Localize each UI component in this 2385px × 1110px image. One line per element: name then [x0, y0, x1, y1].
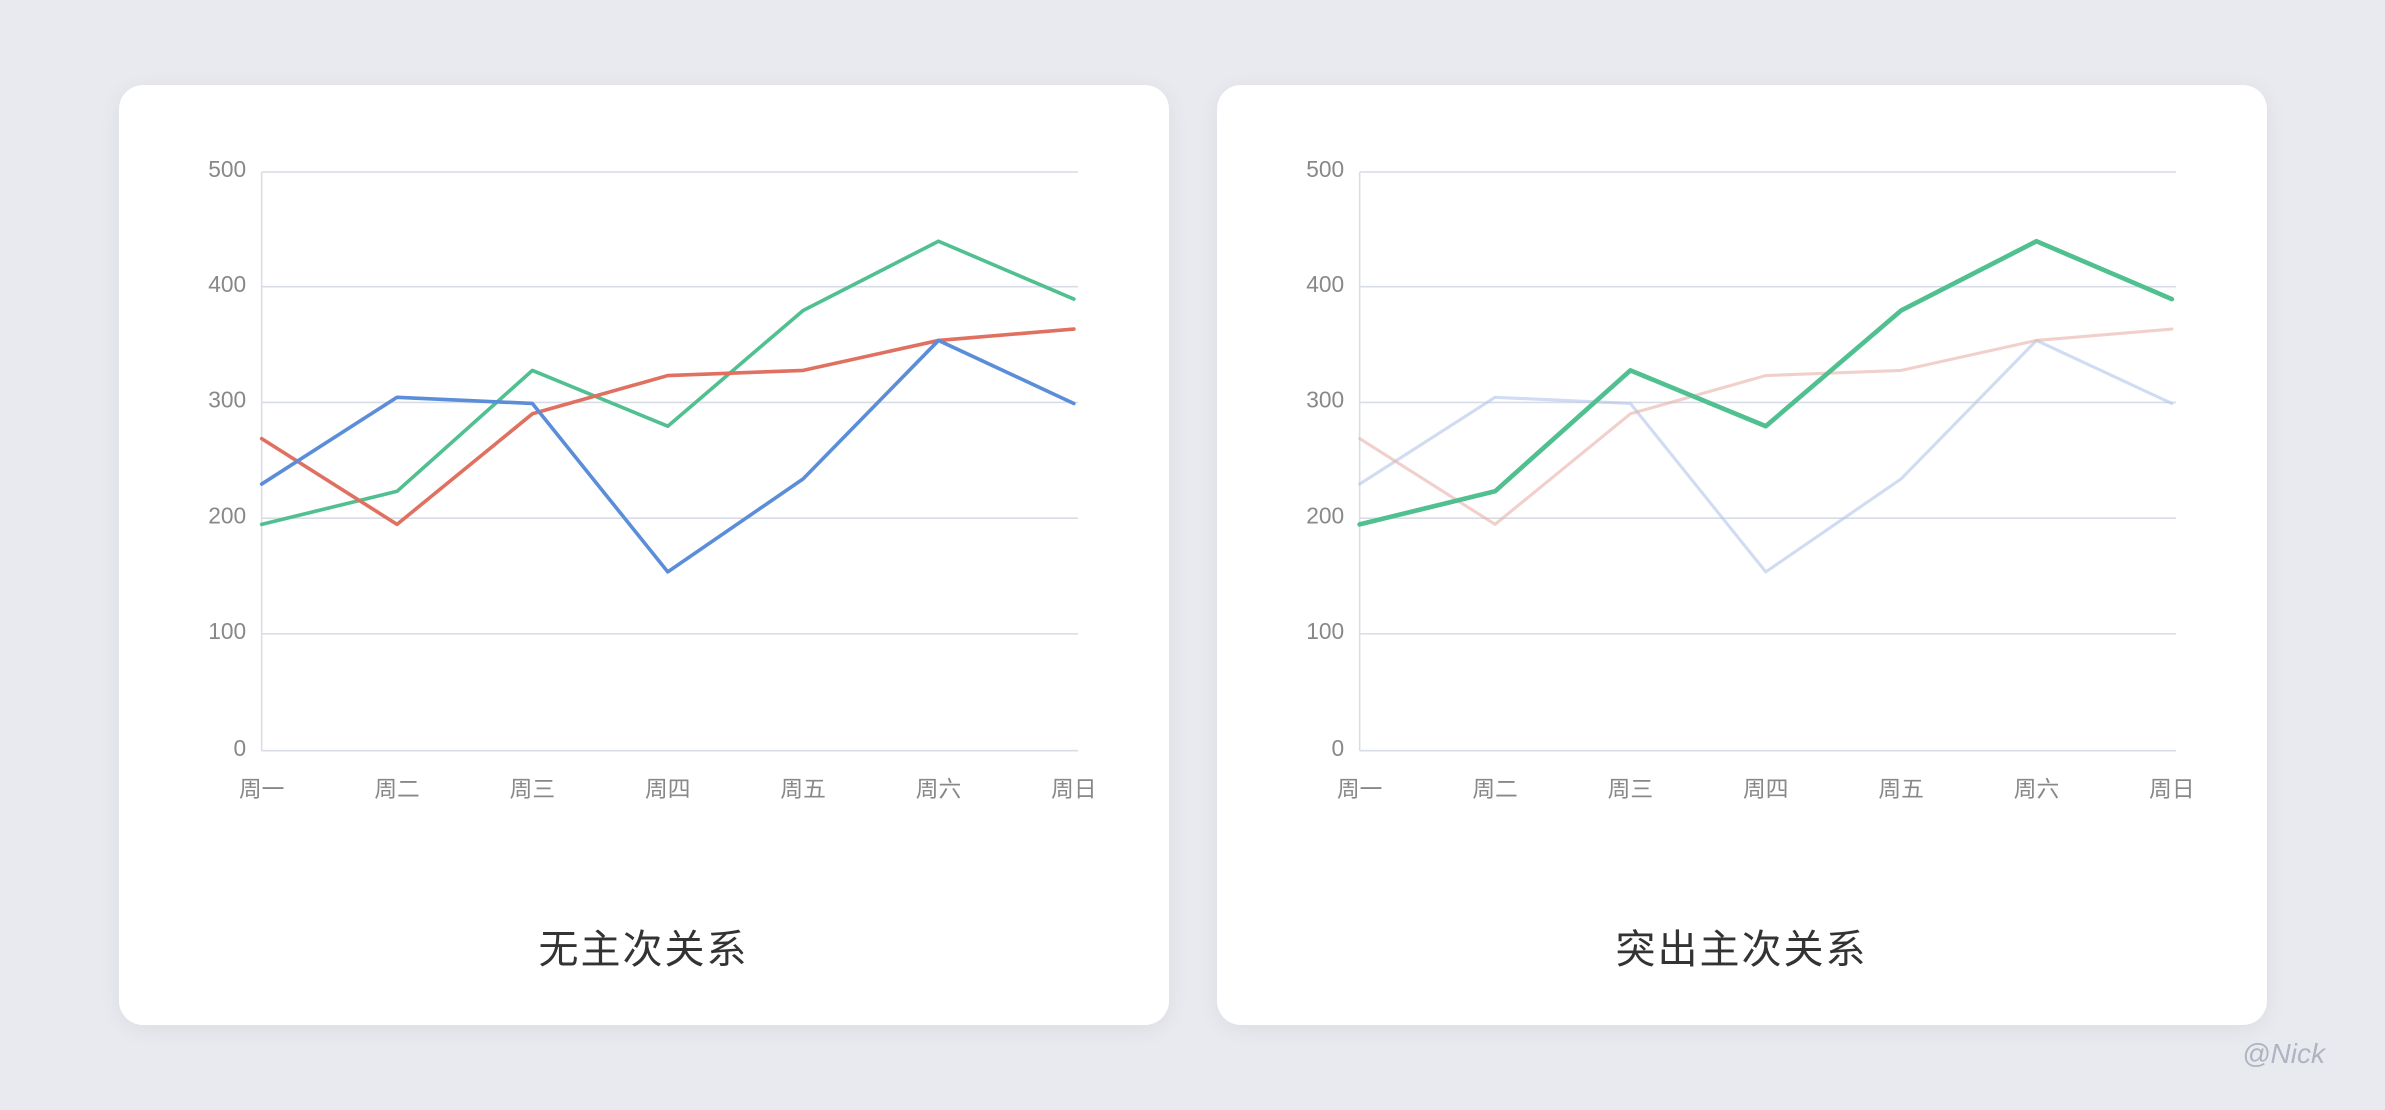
svg-text:周日: 周日: [1051, 776, 1096, 802]
chart-right-title: 突出主次关系: [1616, 917, 1868, 975]
svg-text:周四: 周四: [645, 776, 690, 802]
svg-text:周一: 周一: [238, 776, 283, 802]
svg-text:周六: 周六: [915, 776, 960, 802]
svg-text:0: 0: [1331, 735, 1344, 761]
chart-left-title: 无主次关系: [539, 917, 749, 975]
svg-text:周二: 周二: [374, 776, 419, 802]
svg-text:周六: 周六: [2013, 776, 2058, 802]
svg-text:0: 0: [233, 735, 246, 761]
card-right: 0 100 200 300 400 500 周一 周二 周三 周四 周五 周六 …: [1217, 85, 2267, 1025]
card-left: 0 100 200 300 400 500 周一 周二 周三 周四 周五 周六 …: [119, 85, 1169, 1025]
green-line-left: [261, 241, 1073, 524]
page-container: 0 100 200 300 400 500 周一 周二 周三 周四 周五 周六 …: [0, 0, 2385, 1110]
svg-text:周二: 周二: [1472, 776, 1517, 802]
green-line-right: [1359, 241, 2171, 524]
svg-text:周三: 周三: [509, 776, 554, 802]
svg-text:周一: 周一: [1336, 776, 1381, 802]
svg-text:300: 300: [208, 387, 246, 413]
svg-text:周日: 周日: [2149, 776, 2194, 802]
svg-text:周五: 周五: [780, 776, 825, 802]
chart-right: 0 100 200 300 400 500 周一 周二 周三 周四 周五 周六 …: [1277, 145, 2207, 881]
svg-text:100: 100: [208, 618, 246, 644]
svg-text:400: 400: [1306, 271, 1344, 297]
svg-text:周四: 周四: [1743, 776, 1788, 802]
svg-text:200: 200: [1306, 502, 1344, 528]
svg-text:500: 500: [208, 156, 246, 182]
svg-text:周五: 周五: [1878, 776, 1923, 802]
svg-text:100: 100: [1306, 618, 1344, 644]
svg-text:400: 400: [208, 271, 246, 297]
watermark: @Nick: [2242, 1038, 2325, 1070]
svg-text:300: 300: [1306, 387, 1344, 413]
svg-text:200: 200: [208, 502, 246, 528]
svg-text:500: 500: [1306, 156, 1344, 182]
chart-left: 0 100 200 300 400 500 周一 周二 周三 周四 周五 周六 …: [179, 145, 1109, 881]
svg-text:周三: 周三: [1607, 776, 1652, 802]
